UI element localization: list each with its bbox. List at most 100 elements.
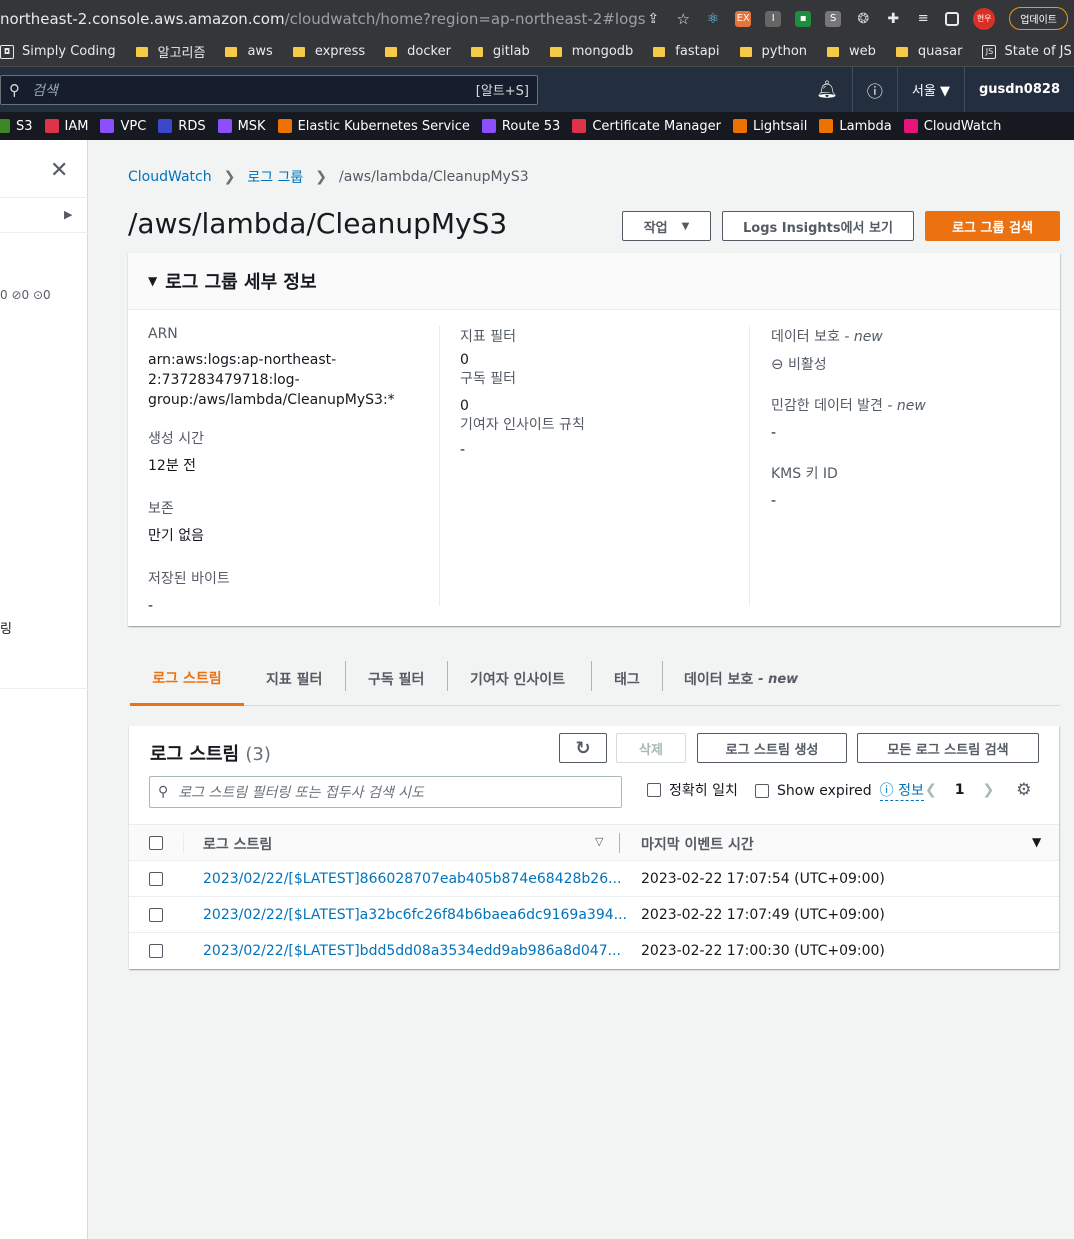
folder-icon bbox=[225, 46, 238, 57]
bell-icon[interactable]: 🔔︎ bbox=[802, 67, 852, 112]
delete-button[interactable]: 삭제 bbox=[616, 733, 686, 763]
extension-s-icon[interactable]: S bbox=[825, 10, 842, 27]
bookmark-folder-gitlab[interactable]: gitlab bbox=[470, 44, 530, 59]
share-icon[interactable]: ⇪ bbox=[645, 11, 661, 27]
favorite-vpc[interactable]: VPC bbox=[100, 119, 146, 134]
media-queue-icon[interactable]: ≡ bbox=[915, 11, 931, 27]
search-log-group-button[interactable]: 로그 그룹 검색 bbox=[925, 211, 1060, 241]
breadcrumb-cloudwatch[interactable]: CloudWatch bbox=[128, 169, 212, 185]
aws-search-input[interactable]: ⚲ 검색 [알트+S] bbox=[0, 74, 538, 105]
puzzle-icon[interactable]: ✚ bbox=[885, 11, 901, 27]
table-row[interactable]: 2023/02/22/[$LATEST]bdd5dd08a3534edd9ab9… bbox=[129, 933, 1059, 969]
service-label: VPC bbox=[120, 118, 147, 134]
log-stream-link[interactable]: 2023/02/22/[$LATEST]a32bc6fc26f84b6baea6… bbox=[203, 907, 627, 923]
bookmark-folder-express[interactable]: express bbox=[292, 44, 365, 59]
exact-match-checkbox[interactable] bbox=[647, 783, 661, 797]
bookmark-folder-docker[interactable]: docker bbox=[385, 44, 451, 59]
tab-log-streams[interactable]: 로그 스트림 bbox=[130, 652, 244, 706]
column-log-stream[interactable]: 로그 스트림 bbox=[203, 834, 272, 854]
search-all-log-streams-button[interactable]: 모든 로그 스트림 검색 bbox=[857, 733, 1039, 763]
tab-tags[interactable]: 태그 bbox=[614, 652, 640, 706]
sort-caret-icon[interactable]: ▽ bbox=[595, 835, 603, 848]
favorite-lightsail[interactable]: Lightsail bbox=[733, 119, 807, 134]
tab-contributor-insights[interactable]: 기여자 인사이트 bbox=[470, 652, 565, 706]
bookmark-label: python bbox=[761, 44, 808, 59]
extension-ex-icon[interactable]: EX bbox=[735, 10, 752, 27]
bookmark-folder-aws[interactable]: aws bbox=[225, 44, 273, 59]
bookmark-folder-fastapi[interactable]: fastapi bbox=[653, 44, 720, 59]
table-row[interactable]: 2023/02/22/[$LATEST]866028707eab405b874e… bbox=[129, 861, 1059, 897]
tab-data-protection[interactable]: 데이터 보호 - new bbox=[684, 652, 798, 706]
show-expired-checkbox[interactable] bbox=[755, 783, 769, 798]
tab-subscription-filters[interactable]: 구독 필터 bbox=[368, 652, 424, 706]
favorite-s3[interactable]: S3 bbox=[0, 119, 33, 134]
view-in-logs-insights-button[interactable]: Logs Insights에서 보기 bbox=[722, 211, 914, 241]
row-checkbox[interactable] bbox=[149, 908, 163, 922]
exact-match-option[interactable]: 정확히 일치 bbox=[647, 780, 738, 800]
info-link[interactable]: ⓘ 정보 bbox=[879, 780, 924, 801]
column-divider bbox=[619, 833, 620, 853]
favorite-msk[interactable]: MSK bbox=[217, 119, 266, 134]
star-icon[interactable]: ☆ bbox=[675, 10, 691, 28]
profile-avatar[interactable]: 현우 bbox=[973, 7, 996, 30]
log-stream-link[interactable]: 2023/02/22/[$LATEST]bdd5dd08a3534edd9ab9… bbox=[203, 943, 621, 959]
bookmarks-bar: ◘ Simply Coding 알고리즘 aws express docker g… bbox=[0, 37, 1074, 67]
favorite-cloudwatch[interactable]: CloudWatch bbox=[903, 119, 1001, 134]
tab-metric-filters[interactable]: 지표 필터 bbox=[266, 652, 322, 706]
update-button[interactable]: 업데이트 bbox=[1009, 7, 1068, 30]
select-all-checkbox[interactable] bbox=[149, 836, 163, 850]
side-panel-icon[interactable] bbox=[945, 11, 960, 26]
account-menu[interactable]: gusdn0828 bbox=[963, 67, 1074, 112]
contributor-insights-value: - bbox=[460, 442, 466, 458]
last-event-time: 2023-02-22 17:07:49 (UTC+09:00) bbox=[641, 907, 885, 923]
row-checkbox[interactable] bbox=[149, 944, 163, 958]
url-text[interactable]: northeast-2.console.aws.amazon.com/cloud… bbox=[0, 10, 645, 28]
details-header[interactable]: ▼ 로그 그룹 세부 정보 bbox=[128, 253, 1060, 310]
log-stream-filter-input[interactable]: ⚲ 로그 스트림 필터링 또는 접두사 검색 시도 bbox=[149, 776, 622, 808]
settings-gear-icon[interactable]: ⚙ bbox=[1016, 780, 1031, 800]
extension-gear-icon[interactable]: ❂ bbox=[855, 11, 871, 27]
show-expired-option[interactable]: Show expired ⓘ 정보 bbox=[755, 780, 924, 801]
creation-time-value: 12분 전 bbox=[148, 458, 197, 474]
service-label: Lightsail bbox=[753, 118, 808, 134]
bookmark-folder-mongodb[interactable]: mongodb bbox=[549, 44, 633, 59]
region-selector[interactable]: 서울 ▼ bbox=[896, 67, 964, 112]
browser-address-bar[interactable]: northeast-2.console.aws.amazon.com/cloud… bbox=[0, 0, 1074, 37]
help-icon[interactable]: ⓘ bbox=[851, 67, 897, 112]
create-log-stream-button[interactable]: 로그 스트림 생성 bbox=[697, 733, 847, 763]
bookmark-state-of-js[interactable]: JS State of JS 2020: A... bbox=[982, 44, 1074, 59]
info-icon: ⓘ bbox=[879, 783, 894, 799]
chevron-left-icon[interactable]: ❮ bbox=[925, 782, 937, 798]
tab-divider bbox=[591, 661, 592, 691]
log-stream-link[interactable]: 2023/02/22/[$LATEST]866028707eab405b874e… bbox=[203, 871, 621, 887]
sort-desc-icon[interactable]: ▼ bbox=[1032, 835, 1041, 849]
bookmark-simply-coding[interactable]: ◘ Simply Coding bbox=[0, 44, 116, 59]
actions-dropdown[interactable]: 작업 ▼ bbox=[622, 211, 711, 241]
refresh-button[interactable]: ↻ bbox=[559, 733, 607, 763]
extension-i-icon[interactable]: I bbox=[765, 10, 782, 27]
bookmark-folder-web[interactable]: web bbox=[827, 44, 876, 59]
nav-item-partial[interactable]: 링 bbox=[0, 618, 12, 637]
bookmark-page-icon: ◘ bbox=[0, 44, 14, 59]
caret-right-icon[interactable]: ▶ bbox=[64, 208, 72, 221]
favorite-eks[interactable]: Elastic Kubernetes Service bbox=[277, 119, 470, 134]
extension-flag-icon[interactable]: ▪ bbox=[795, 10, 812, 27]
bookmark-folder-quasar[interactable]: quasar bbox=[895, 44, 962, 59]
favorite-iam[interactable]: IAM bbox=[44, 119, 88, 134]
favorite-acm[interactable]: Certificate Manager bbox=[572, 119, 721, 134]
bookmark-folder-python[interactable]: python bbox=[739, 44, 808, 59]
favorite-route53[interactable]: Route 53 bbox=[481, 119, 560, 134]
column-last-event-time[interactable]: 마지막 이벤트 시간 bbox=[641, 834, 754, 854]
page-number[interactable]: 1 bbox=[955, 782, 965, 798]
vpc-icon bbox=[100, 119, 115, 133]
close-icon[interactable]: ✕ bbox=[50, 158, 68, 183]
bookmark-folder-algorithm[interactable]: 알고리즘 bbox=[135, 42, 205, 61]
alarm-status-counts[interactable]: 0 ⊘0 ⊙0 bbox=[0, 288, 51, 302]
breadcrumb-log-groups[interactable]: 로그 그룹 bbox=[247, 167, 303, 187]
favorite-lambda[interactable]: Lambda bbox=[819, 119, 892, 134]
row-checkbox[interactable] bbox=[149, 872, 163, 886]
chevron-right-icon[interactable]: ❯ bbox=[982, 782, 994, 798]
react-devtools-icon[interactable]: ⚛ bbox=[705, 11, 721, 27]
favorite-rds[interactable]: RDS bbox=[158, 119, 206, 134]
table-row[interactable]: 2023/02/22/[$LATEST]a32bc6fc26f84b6baea6… bbox=[129, 897, 1059, 933]
